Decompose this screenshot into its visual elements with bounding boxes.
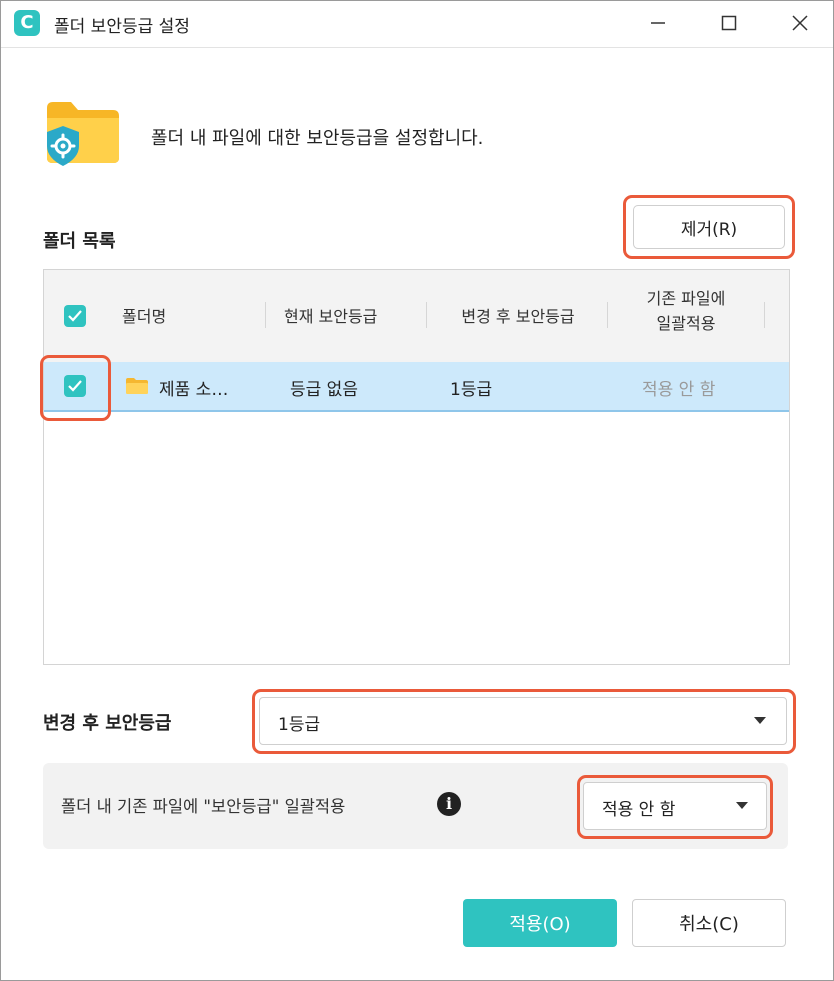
column-divider[interactable] — [265, 302, 266, 328]
highlight-new-level-dropdown — [252, 689, 796, 754]
column-divider[interactable] — [764, 302, 765, 328]
column-header-apply-existing[interactable]: 기존 파일에 일괄적용 — [608, 288, 764, 335]
minimize-button[interactable] — [641, 7, 675, 39]
folder-shield-gear-icon — [47, 102, 119, 166]
row-folder-name: 제품 소… — [159, 380, 229, 400]
info-icon[interactable]: i — [437, 792, 461, 816]
folder-list-label: 폴더 목록 — [43, 231, 116, 252]
column-header-apply-existing-line2: 일괄적용 — [656, 314, 716, 333]
apply-button[interactable]: 적용(O) — [463, 899, 617, 947]
column-header-folder-name[interactable]: 폴더명 — [122, 306, 166, 328]
highlight-row-checkbox — [40, 355, 111, 421]
close-icon — [792, 15, 808, 31]
check-icon — [68, 310, 82, 322]
folder-table: 폴더명 현재 보안등급 변경 후 보안등급 기존 파일에 일괄적용 제품 소… … — [43, 269, 790, 665]
minimize-icon — [651, 22, 665, 24]
window-title: 폴더 보안등급 설정 — [54, 17, 190, 37]
close-button[interactable] — [783, 7, 817, 39]
column-header-new-level[interactable]: 변경 후 보안등급 — [428, 306, 608, 328]
new-level-label: 변경 후 보안등급 — [43, 713, 172, 734]
table-row[interactable]: 제품 소… 등급 없음 1등급 적용 안 함 — [44, 362, 789, 412]
row-current-level: 등급 없음 — [290, 380, 358, 400]
table-header: 폴더명 현재 보안등급 변경 후 보안등급 기존 파일에 일괄적용 — [44, 270, 789, 363]
select-all-checkbox[interactable] — [64, 305, 86, 327]
intro-description: 폴더 내 파일에 대한 보안등급을 설정합니다. — [151, 128, 484, 149]
row-apply-existing: 적용 안 함 — [642, 380, 716, 400]
bulk-apply-label: 폴더 내 기존 파일에 "보안등급" 일괄적용 — [61, 797, 346, 816]
row-new-level: 1등급 — [450, 380, 493, 400]
highlight-remove-button — [623, 195, 795, 259]
column-header-apply-existing-line1: 기존 파일에 — [646, 289, 726, 308]
column-header-current-level[interactable]: 현재 보안등급 — [284, 306, 377, 328]
maximize-icon — [721, 15, 737, 31]
app-logo-icon: C — [14, 10, 40, 36]
highlight-bulk-apply-dropdown — [577, 775, 773, 839]
column-divider[interactable] — [426, 302, 427, 328]
title-bar: C 폴더 보안등급 설정 — [1, 1, 833, 48]
cancel-button[interactable]: 취소(C) — [632, 899, 786, 947]
folder-icon — [126, 378, 148, 394]
dialog-window: C 폴더 보안등급 설정 폴더 내 파일에 대한 보안등급을 설정합니다. 폴더… — [0, 0, 834, 981]
maximize-button[interactable] — [712, 7, 746, 39]
